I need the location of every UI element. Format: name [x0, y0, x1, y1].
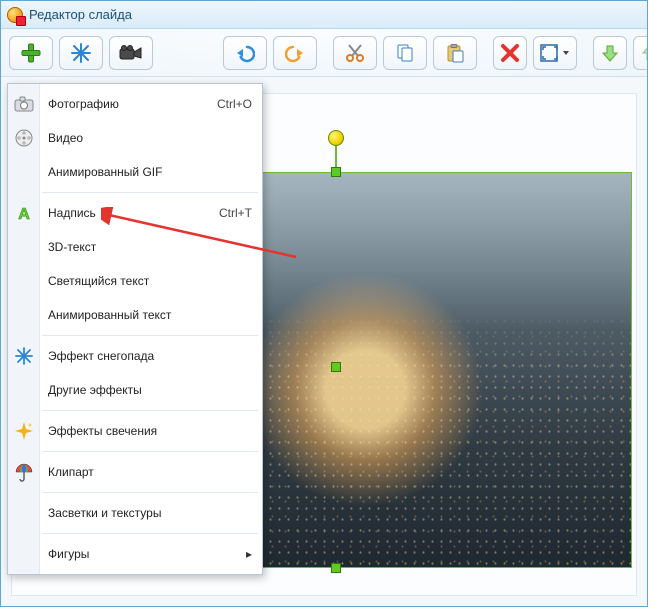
- sparkle-icon: [13, 420, 35, 442]
- menu-item-label: Засветки и текстуры: [48, 506, 252, 520]
- chevron-down-icon: [562, 44, 570, 62]
- menu-item-1[interactable]: Видео: [8, 121, 262, 155]
- menu-item-7[interactable]: Анимированный текст: [8, 298, 262, 332]
- camera-icon: [13, 93, 35, 115]
- menu-item-label: Анимированный GIF: [48, 165, 252, 179]
- blank-icon: [13, 304, 35, 326]
- undo-icon: [235, 43, 255, 63]
- copy-icon: [395, 43, 415, 63]
- menu-item-label: Надпись: [48, 206, 219, 220]
- submenu-arrow-icon: ▸: [246, 547, 252, 561]
- menu-item-shortcut: Ctrl+O: [217, 97, 252, 111]
- menu-item-9[interactable]: Эффект снегопада: [8, 339, 262, 373]
- menu-item-14[interactable]: Клипарт: [8, 455, 262, 489]
- blank-icon: [13, 379, 35, 401]
- add-button[interactable]: [9, 36, 53, 70]
- umbrella-icon: [13, 461, 35, 483]
- undo-button[interactable]: [223, 36, 267, 70]
- menu-separator: [42, 335, 258, 336]
- blank-icon: [13, 502, 35, 524]
- handle-bottom[interactable]: [331, 563, 341, 573]
- menu-item-label: Анимированный текст: [48, 308, 252, 322]
- app-icon: [7, 7, 23, 23]
- cut-button[interactable]: [333, 36, 377, 70]
- menu-item-shortcut: Ctrl+T: [219, 206, 252, 220]
- menu-item-label: Фигуры: [48, 547, 246, 561]
- snowflake-icon: [70, 42, 92, 64]
- titlebar: Редактор слайда: [1, 1, 647, 29]
- window-title: Редактор слайда: [29, 7, 132, 22]
- fitscreen-button[interactable]: [533, 36, 577, 70]
- effects-button[interactable]: [59, 36, 103, 70]
- menu-separator: [42, 451, 258, 452]
- menu-item-6[interactable]: Светящийся текст: [8, 264, 262, 298]
- delete-x-icon: [500, 43, 520, 63]
- redo-icon: [285, 43, 305, 63]
- menu-item-0[interactable]: ФотографиюCtrl+O: [8, 87, 262, 121]
- film-icon: [13, 127, 35, 149]
- menu-item-label: Видео: [48, 131, 252, 145]
- layer-down-button[interactable]: [593, 36, 627, 70]
- fit-icon: [540, 44, 562, 62]
- menu-item-label: Эффект снегопада: [48, 349, 252, 363]
- menu-separator: [42, 192, 258, 193]
- blank-icon: [13, 236, 35, 258]
- camera-button[interactable]: [109, 36, 153, 70]
- redo-button[interactable]: [273, 36, 317, 70]
- scissors-icon: [345, 43, 365, 63]
- menu-item-16[interactable]: Засветки и текстуры: [8, 496, 262, 530]
- slide-editor-window: Редактор слайда: [0, 0, 648, 607]
- text-a-icon: A: [13, 202, 35, 224]
- toolbar: [1, 29, 647, 77]
- snow-icon: [13, 345, 35, 367]
- menu-item-label: Светящийся текст: [48, 274, 252, 288]
- menu-item-label: Клипарт: [48, 465, 252, 479]
- menu-item-2[interactable]: Анимированный GIF: [8, 155, 262, 189]
- blank-icon: [13, 543, 35, 565]
- menu-separator: [42, 492, 258, 493]
- layer-up-button[interactable]: [633, 36, 648, 70]
- paste-button[interactable]: [433, 36, 477, 70]
- copy-button[interactable]: [383, 36, 427, 70]
- camcorder-icon: [119, 44, 143, 62]
- add-menu: ФотографиюCtrl+O Видео Анимированный GIF A Н…: [7, 83, 263, 575]
- menu-separator: [42, 410, 258, 411]
- arrow-down-icon: [600, 43, 620, 63]
- menu-item-label: Фотографию: [48, 97, 217, 111]
- arrow-up-icon: [640, 43, 648, 63]
- menu-item-label: Другие эффекты: [48, 383, 252, 397]
- blank-icon: [13, 161, 35, 183]
- handle-center[interactable]: [331, 362, 341, 372]
- blank-icon: [13, 270, 35, 292]
- menu-item-18[interactable]: Фигуры▸: [8, 537, 262, 571]
- menu-separator: [42, 533, 258, 534]
- menu-item-label: Эффекты свечения: [48, 424, 252, 438]
- menu-item-4[interactable]: A НадписьCtrl+T: [8, 196, 262, 230]
- paste-icon: [445, 43, 465, 63]
- menu-item-5[interactable]: 3D-текст: [8, 230, 262, 264]
- menu-item-12[interactable]: Эффекты свечения: [8, 414, 262, 448]
- menu-item-label: 3D-текст: [48, 240, 252, 254]
- plus-icon: [20, 42, 42, 64]
- svg-text:A: A: [18, 206, 30, 223]
- menu-item-10[interactable]: Другие эффекты: [8, 373, 262, 407]
- handle-top[interactable]: [331, 167, 341, 177]
- delete-button[interactable]: [493, 36, 527, 70]
- rotation-handle[interactable]: [328, 130, 344, 146]
